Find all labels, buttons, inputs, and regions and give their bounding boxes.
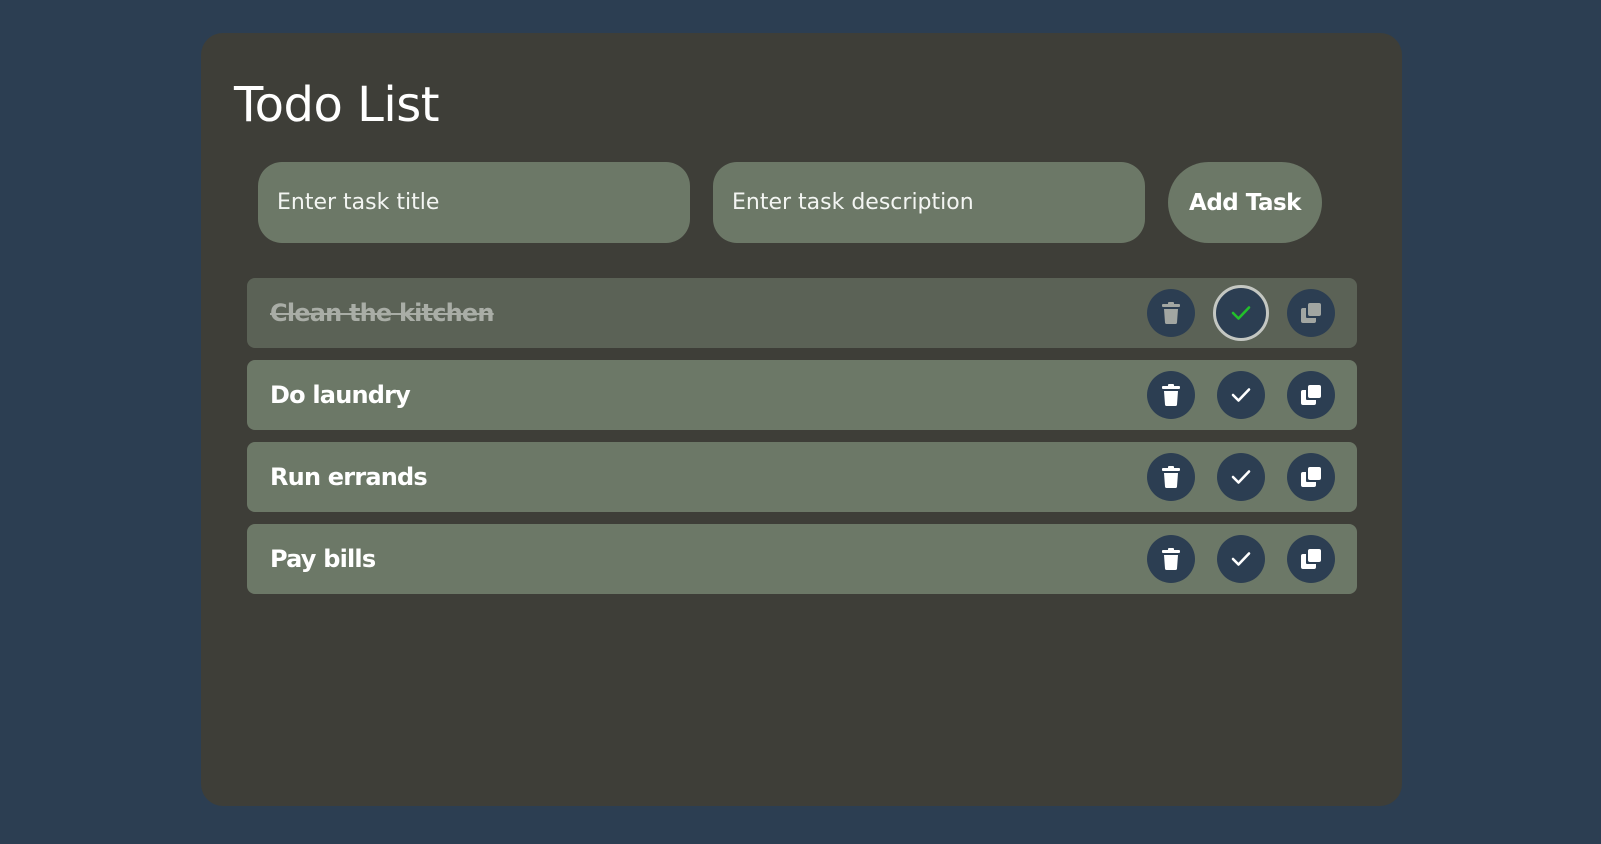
complete-task-button[interactable] — [1217, 453, 1265, 501]
trash-icon — [1162, 384, 1180, 406]
task-title: Pay bills — [270, 545, 376, 573]
task-title: Clean the kitchen — [270, 299, 494, 327]
page-title: Todo List — [234, 77, 440, 133]
task-title: Run errands — [270, 463, 428, 491]
trash-icon — [1162, 302, 1180, 324]
delete-task-button[interactable] — [1147, 371, 1195, 419]
trash-icon — [1162, 548, 1180, 570]
todo-card: Todo List Add Task Clean the kitchen — [201, 33, 1402, 806]
copy-task-button[interactable] — [1287, 289, 1335, 337]
task-description-input[interactable] — [713, 162, 1145, 243]
trash-icon — [1162, 466, 1180, 488]
task-title-input[interactable] — [258, 162, 690, 243]
task-item: Do laundry — [247, 360, 1357, 430]
check-icon — [1231, 388, 1251, 402]
copy-task-button[interactable] — [1287, 535, 1335, 583]
delete-task-button[interactable] — [1147, 453, 1195, 501]
copy-task-button[interactable] — [1287, 371, 1335, 419]
complete-task-button[interactable] — [1217, 535, 1265, 583]
copy-icon — [1301, 467, 1321, 487]
check-icon — [1231, 470, 1251, 484]
copy-icon — [1301, 303, 1321, 323]
check-icon — [1231, 306, 1251, 320]
task-item: Clean the kitchen — [247, 278, 1357, 348]
delete-task-button[interactable] — [1147, 535, 1195, 583]
task-item: Pay bills — [247, 524, 1357, 594]
task-item: Run errands — [247, 442, 1357, 512]
copy-icon — [1301, 385, 1321, 405]
task-title: Do laundry — [270, 381, 411, 409]
copy-task-button[interactable] — [1287, 453, 1335, 501]
check-icon — [1231, 552, 1251, 566]
add-task-button[interactable]: Add Task — [1168, 162, 1322, 243]
complete-task-button[interactable] — [1217, 371, 1265, 419]
task-list: Clean the kitchen Do laundry Run errands… — [247, 278, 1357, 606]
copy-icon — [1301, 549, 1321, 569]
complete-task-button[interactable] — [1213, 285, 1269, 341]
delete-task-button[interactable] — [1147, 289, 1195, 337]
